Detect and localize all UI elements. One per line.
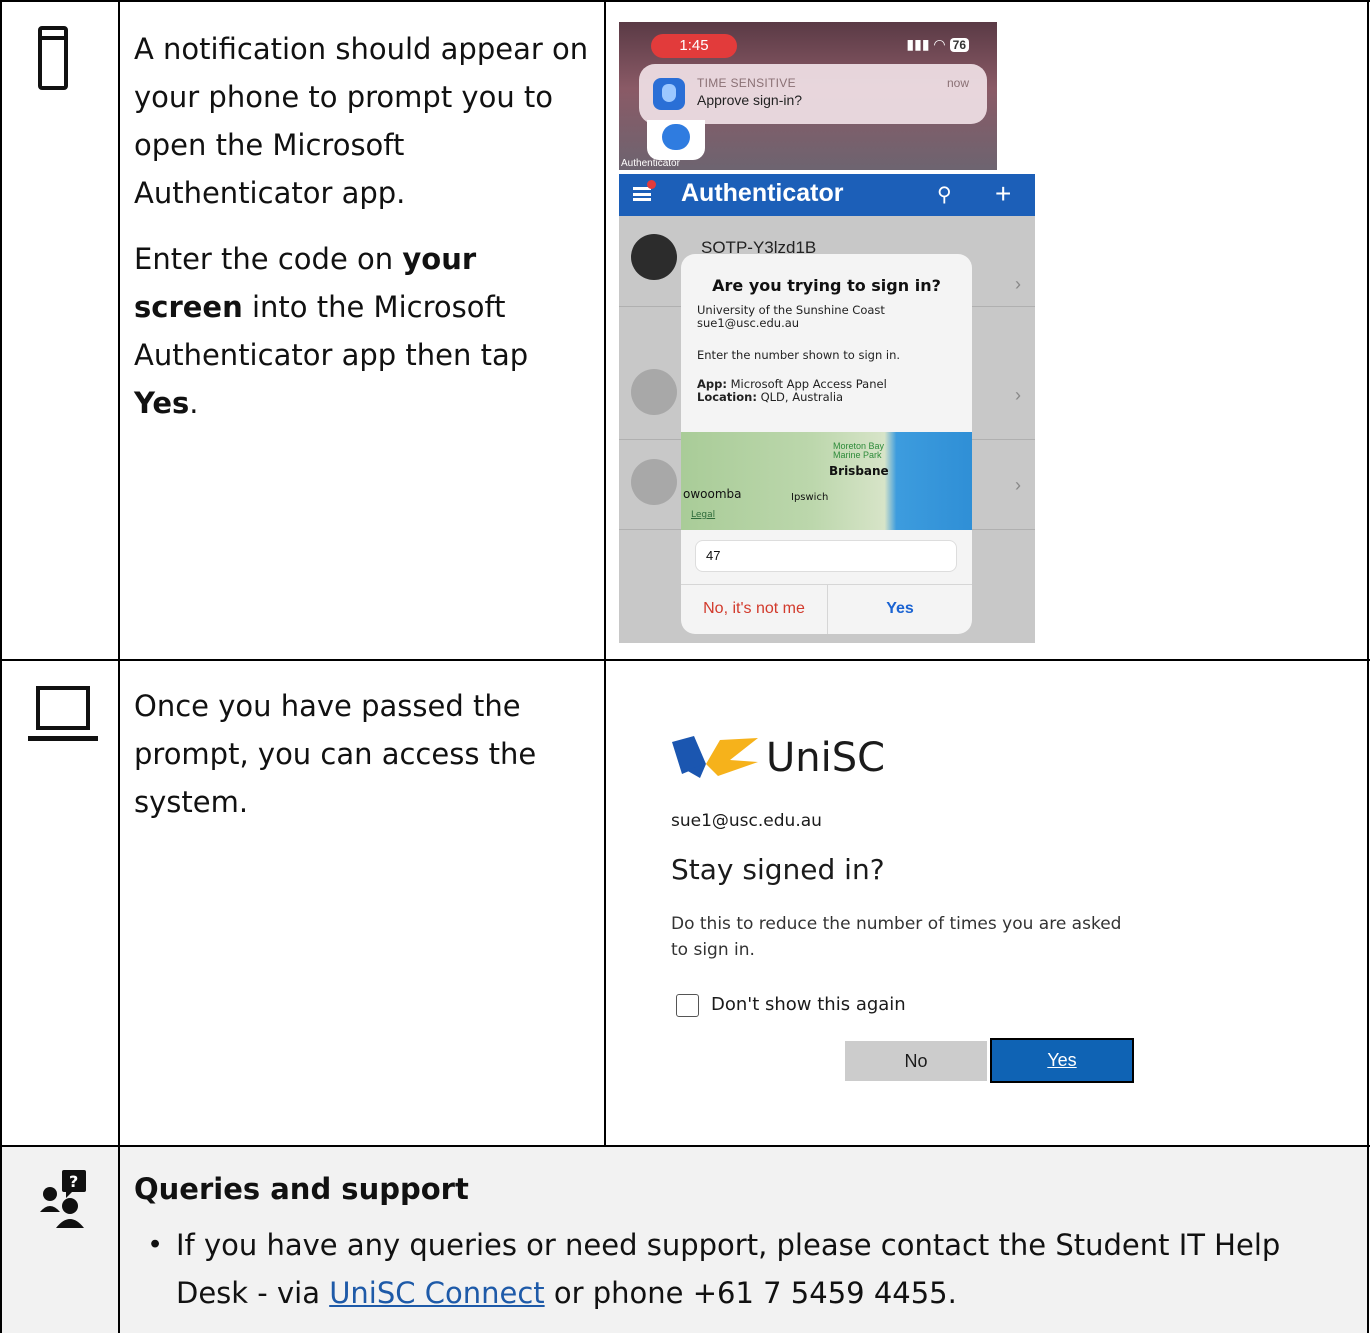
account-email: sue1@usc.edu.au	[671, 811, 822, 831]
chevron-right-icon: ›	[1015, 475, 1021, 495]
notification-dot	[647, 180, 656, 189]
table-border-row2	[0, 1145, 1370, 1147]
dont-show-checkbox[interactable]	[676, 994, 699, 1017]
table-border-col2	[604, 0, 606, 1146]
phone-icon	[38, 26, 68, 90]
phone-instructions: A notification should appear on your pho…	[134, 25, 594, 445]
notification-message: Approve sign-in?	[697, 92, 803, 108]
chevron-right-icon: ›	[1015, 385, 1021, 405]
approve-notification[interactable]: TIME SENSITIVE Approve sign-in? now	[639, 64, 987, 124]
laptop-instructions: Once you have passed the prompt, you can…	[134, 682, 594, 844]
dont-show-label[interactable]: Don't show this again	[711, 994, 906, 1015]
table-border-row1	[0, 659, 1370, 661]
table-border-top	[0, 0, 1370, 2]
chevron-right-icon: ›	[1015, 274, 1021, 294]
notification-time: now	[946, 76, 969, 90]
menu-icon[interactable]	[633, 187, 651, 201]
add-icon[interactable]: +	[995, 178, 1011, 210]
deny-button[interactable]: No, it's not me	[681, 600, 827, 618]
unisc-logo	[672, 736, 758, 778]
sign-in-dialog: Are you trying to sign in? University of…	[681, 254, 972, 634]
dialog-title: Are you trying to sign in?	[712, 276, 941, 295]
app-label: Authenticator	[621, 158, 680, 169]
avatar	[631, 234, 677, 280]
dialog-email: sue1@usc.edu.au	[697, 316, 800, 330]
approve-button[interactable]: Yes	[828, 600, 972, 618]
badge-avatar-icon	[631, 369, 677, 415]
map-town-label: Ipswich	[791, 492, 829, 503]
map-legal-link[interactable]: Legal	[691, 510, 715, 520]
dialog-location: Location: QLD, Australia	[697, 390, 844, 404]
authenticator-app-icon	[653, 78, 685, 110]
bullet-icon: •	[150, 1228, 161, 1260]
instruction-document: A notification should appear on your pho…	[0, 0, 1370, 1333]
support-text: If you have any queries or need support,…	[176, 1228, 1281, 1310]
app-title: Authenticator	[681, 179, 844, 207]
brand-name: UniSC	[766, 735, 886, 781]
stay-signed-in-description: Do this to reduce the number of times yo…	[671, 914, 1122, 960]
badge-avatar-icon	[631, 459, 677, 505]
table-border-col1	[118, 0, 120, 1333]
wifi-icon: ◠	[933, 36, 946, 52]
status-icons: ▮▮▮ ◠ 76	[906, 36, 969, 53]
authenticator-screenshot: Authenticator ⚲ + SOTP-Y3lzd1B › › › Are…	[619, 174, 1035, 643]
support-title: Queries and support	[134, 1172, 469, 1206]
map-town-label: owoomba	[683, 487, 742, 501]
laptop-instruction: Once you have passed the prompt, you can…	[134, 689, 537, 819]
stay-signed-in-title: Stay signed in?	[671, 853, 885, 886]
search-icon[interactable]: ⚲	[937, 182, 952, 207]
app-header: Authenticator ⚲ +	[619, 174, 1035, 216]
svg-text:?: ?	[69, 1172, 78, 1191]
code-input[interactable]: 47	[695, 540, 957, 572]
status-time: 1:45	[651, 34, 737, 58]
no-button[interactable]: No	[845, 1041, 987, 1081]
yes-button[interactable]: Yes	[990, 1038, 1134, 1083]
authenticator-home-icon[interactable]	[647, 120, 705, 160]
phone-instruction-1: A notification should appear on your pho…	[134, 32, 589, 210]
lock-screen-screenshot: 1:45 ▮▮▮ ◠ 76 TIME SENSITIVE Approve sign…	[619, 22, 997, 170]
support-icon: ?	[40, 1170, 86, 1228]
battery-level: 76	[949, 38, 969, 52]
laptop-icon	[28, 686, 98, 746]
location-map: Moreton Bay Marine Park Brisbane owoomba…	[681, 432, 972, 530]
table-border-right	[1367, 0, 1369, 1333]
map-city-label: Brisbane	[829, 464, 889, 478]
phone-instruction-2: Enter the code on your screen into the M…	[134, 242, 529, 420]
signal-icon: ▮▮▮	[906, 36, 934, 52]
notification-label: TIME SENSITIVE	[697, 76, 796, 90]
unisc-connect-link[interactable]: UniSC Connect	[329, 1276, 544, 1310]
table-border-left	[0, 0, 2, 1333]
map-park-label: Moreton Bay Marine Park	[833, 441, 885, 460]
dialog-instruction: Enter the number shown to sign in.	[697, 348, 901, 362]
